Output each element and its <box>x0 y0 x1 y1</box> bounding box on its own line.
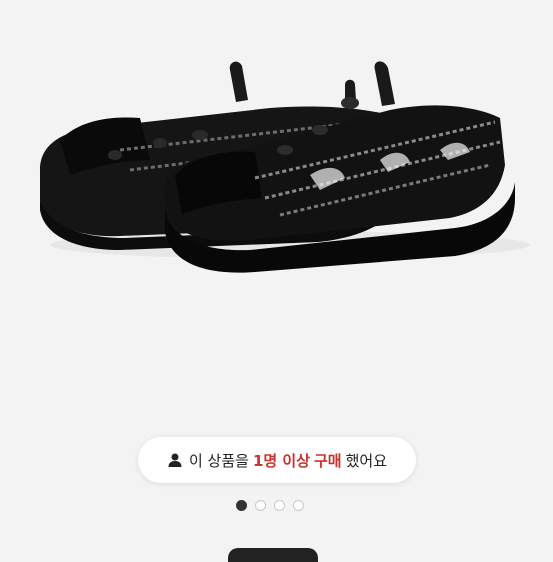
badge-count: 1명 이상 <box>252 451 310 470</box>
carousel-indicator <box>236 500 304 511</box>
user-icon <box>168 453 182 467</box>
purchase-count-badge: 이 상품을 1명 이상 구매 했어요 <box>138 437 416 483</box>
product-image <box>40 61 530 273</box>
badge-action: 구매 <box>314 451 342 470</box>
carousel-dot-1[interactable] <box>236 500 247 511</box>
badge-text-part1: 이 상품을 <box>188 451 249 470</box>
carousel-dot-3[interactable] <box>274 500 285 511</box>
carousel-dot-4[interactable] <box>293 500 304 511</box>
carousel-dot-2[interactable] <box>255 500 266 511</box>
bottom-action-pill[interactable] <box>228 548 318 562</box>
badge-text-part2: 했어요 <box>345 451 388 470</box>
